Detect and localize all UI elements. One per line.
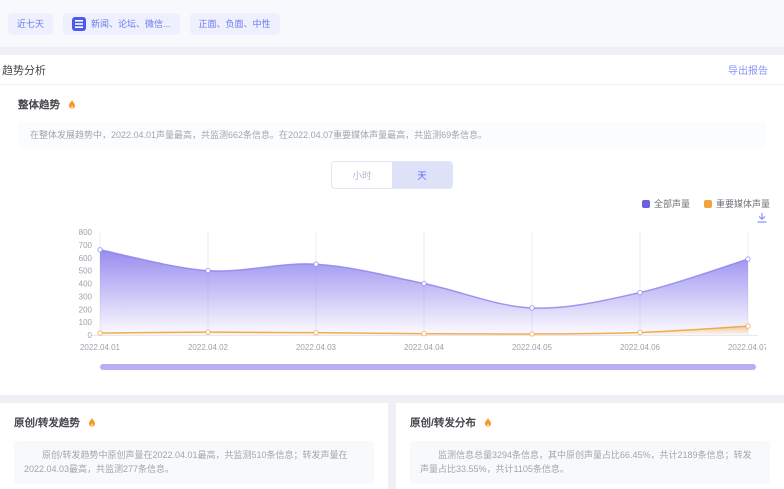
source-filter-label: 新闻、论坛、微信...	[91, 17, 171, 30]
fire-icon	[482, 417, 494, 429]
original-repost-distribution-title: 原创/转发分布	[410, 415, 476, 430]
svg-text:0: 0	[88, 331, 93, 340]
chart-download-row	[0, 210, 784, 224]
overall-trend-section-header: 整体趋势	[0, 85, 784, 118]
legend-total-swatch	[642, 200, 650, 208]
source-filter-chip[interactable]: 新闻、论坛、微信...	[63, 13, 180, 35]
sentiment-filter-chip[interactable]: 正面、负面、中性	[190, 13, 280, 35]
legend-media-swatch	[704, 200, 712, 208]
granularity-toggle-row: 小时 天	[0, 161, 784, 189]
original-repost-trend-header: 原创/转发趋势	[14, 415, 374, 430]
svg-text:300: 300	[79, 293, 93, 302]
svg-text:2022.04.05: 2022.04.05	[512, 343, 553, 352]
export-report-link[interactable]: 导出报告	[728, 62, 768, 77]
legend-total-volume[interactable]: 全部声量	[642, 197, 690, 210]
original-repost-distribution-card: 原创/转发分布 监测信息总量3294条信息，其中原创声量占比66.45%，共计2…	[396, 403, 784, 489]
fire-icon	[66, 99, 78, 111]
svg-text:200: 200	[79, 306, 93, 315]
svg-text:100: 100	[79, 319, 93, 328]
download-chart-icon[interactable]	[756, 212, 768, 224]
svg-text:2022.04.07: 2022.04.07	[728, 343, 766, 352]
data-zoom-slider[interactable]	[100, 364, 756, 370]
granularity-toggle: 小时 天	[331, 161, 453, 189]
page-title: 趋势分析	[2, 62, 46, 78]
date-range-label: 近七天	[17, 17, 44, 30]
original-repost-distribution-header: 原创/转发分布	[410, 415, 770, 430]
original-repost-trend-summary: 原创/转发趋势中原创声量在2022.04.01最高，共监测510条信息；转发声量…	[14, 441, 374, 484]
legend-media-label: 重要媒体声量	[716, 197, 770, 210]
toggle-hour-option[interactable]: 小时	[332, 162, 392, 188]
svg-text:2022.04.06: 2022.04.06	[620, 343, 661, 352]
svg-text:700: 700	[79, 241, 93, 250]
svg-text:600: 600	[79, 254, 93, 263]
trend-analysis-card: 趋势分析 导出报告 整体趋势 在整体发展趋势中，2022.04.01声量最高，共…	[0, 55, 784, 395]
svg-text:2022.04.01: 2022.04.01	[80, 343, 121, 352]
filter-bar: 近七天 新闻、论坛、微信... 正面、负面、中性	[0, 0, 784, 47]
svg-text:500: 500	[79, 267, 93, 276]
svg-text:400: 400	[79, 280, 93, 289]
chart-legend: 全部声量 重要媒体声量	[0, 189, 784, 210]
date-range-chip[interactable]: 近七天	[8, 13, 53, 35]
legend-media-volume[interactable]: 重要媒体声量	[704, 197, 770, 210]
bottom-cards-row: 原创/转发趋势 原创/转发趋势中原创声量在2022.04.01最高，共监测510…	[0, 403, 784, 489]
overall-trend-title: 整体趋势	[18, 97, 60, 112]
original-repost-trend-card: 原创/转发趋势 原创/转发趋势中原创声量在2022.04.01最高，共监测510…	[0, 403, 388, 489]
svg-text:2022.04.04: 2022.04.04	[404, 343, 445, 352]
svg-text:800: 800	[79, 228, 93, 237]
svg-text:2022.04.02: 2022.04.02	[188, 343, 229, 352]
fire-icon	[86, 417, 98, 429]
original-repost-distribution-summary: 监测信息总量3294条信息，其中原创声量占比66.45%，共计2189条信息；转…	[410, 441, 770, 484]
trend-area-chart[interactable]: 2022.04.01 2022.04.02 2022.04.03 2022.04.04…	[18, 224, 766, 356]
toggle-day-option[interactable]: 天	[392, 162, 452, 188]
svg-text:2022.04.03: 2022.04.03	[296, 343, 337, 352]
sentiment-filter-label: 正面、负面、中性	[199, 17, 271, 30]
card-header: 趋势分析 导出报告	[0, 55, 784, 85]
legend-total-label: 全部声量	[654, 197, 690, 210]
overall-trend-summary: 在整体发展趋势中，2022.04.01声量最高，共监测662条信息。在2022.…	[18, 122, 766, 148]
source-filter-icon	[72, 17, 86, 31]
original-repost-trend-title: 原创/转发趋势	[14, 415, 80, 430]
